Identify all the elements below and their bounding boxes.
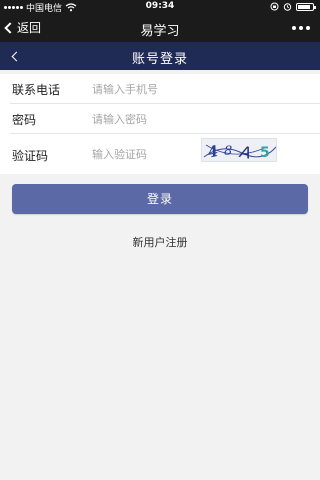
captcha-label: 验证码 xyxy=(12,149,49,163)
login-button[interactable]: 登录 xyxy=(12,184,308,214)
register-link[interactable]: 新用户注册 xyxy=(0,234,320,250)
password-row: 密码 xyxy=(0,104,320,134)
captcha-input[interactable] xyxy=(92,144,202,164)
login-form: 联系电话 密码 验证码 4 8 A 5 xyxy=(0,74,320,174)
captcha-image[interactable]: 4 8 A 5 xyxy=(201,138,277,162)
captcha-char: 8 xyxy=(224,144,232,159)
page-title: 账号登录 xyxy=(131,52,188,67)
status-icons xyxy=(270,2,316,11)
phone-label: 联系电话 xyxy=(12,83,61,97)
captcha-char: 5 xyxy=(260,145,270,161)
more-menu-button[interactable] xyxy=(292,26,310,30)
more-dots-icon xyxy=(292,26,296,30)
captcha-char: A xyxy=(238,142,253,162)
alarm-icon xyxy=(283,3,292,11)
phone-input[interactable] xyxy=(92,79,202,99)
battery-icon xyxy=(296,2,316,11)
phone-row: 联系电话 xyxy=(0,74,320,104)
password-input[interactable] xyxy=(92,109,202,129)
orientation-lock-icon xyxy=(270,2,279,11)
password-label: 密码 xyxy=(12,113,37,127)
browser-header: 返回 易学习 xyxy=(0,14,320,42)
captcha-graphic: 4 8 A 5 xyxy=(203,142,276,162)
page-header: 账号登录 xyxy=(0,42,320,70)
app-title: 易学习 xyxy=(140,24,180,39)
status-bar: 中国电信 09:34 xyxy=(0,0,320,14)
captcha-char: 4 xyxy=(206,142,220,162)
